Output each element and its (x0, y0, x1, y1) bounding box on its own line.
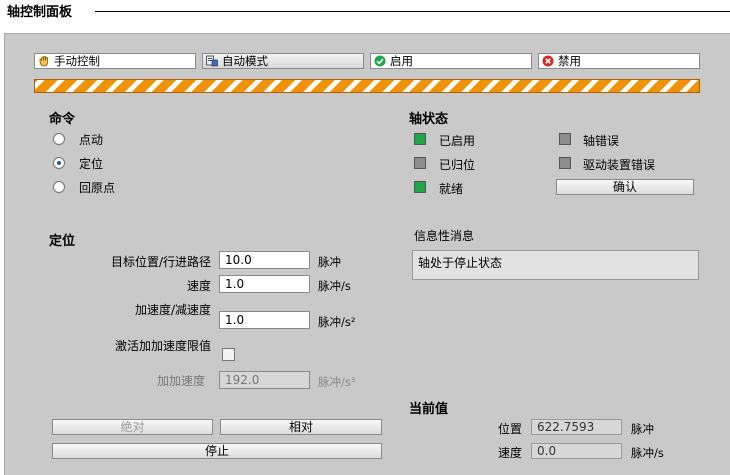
axis-error-led (559, 133, 571, 145)
radio-home-label: 回原点 (79, 181, 116, 195)
accel-label: 加速度/减速度 (134, 303, 211, 317)
current-position-value: 622.7593 (531, 419, 622, 435)
radio-jog[interactable] (53, 133, 65, 145)
status-stripe (34, 79, 700, 93)
axis-error-label: 轴错误 (583, 134, 620, 148)
acknowledge-button[interactable]: 确认 (556, 179, 694, 195)
check-circle-icon (374, 55, 386, 67)
hand-icon (38, 55, 50, 67)
current-position-label: 位置 (497, 422, 522, 436)
radio-home[interactable] (53, 181, 65, 193)
ready-label: 就绪 (439, 182, 464, 196)
info-message-text: 轴处于停止状态 (418, 256, 503, 270)
disable-button[interactable]: 禁用 (538, 53, 700, 69)
drive-error-label: 驱动装置错误 (583, 158, 656, 172)
target-input[interactable]: 10.0 (219, 251, 310, 269)
info-message-box: 轴处于停止状态 (412, 250, 699, 280)
absolute-button[interactable]: 绝对 (52, 419, 213, 435)
radio-position[interactable] (53, 157, 65, 169)
command-title: 命令 (49, 112, 76, 127)
axis-status-title: 轴状态 (409, 112, 449, 127)
current-position-unit: 脉冲 (631, 422, 654, 436)
header-divider (95, 11, 730, 12)
target-label: 目标位置/行进路径 (110, 255, 211, 269)
jerk-enable-checkbox[interactable] (222, 348, 235, 361)
homed-led (414, 157, 426, 169)
current-speed-label: 速度 (497, 446, 522, 460)
enabled-led (414, 133, 426, 145)
relative-button[interactable]: 相对 (220, 419, 382, 435)
current-speed-value: 0.0 (531, 443, 622, 459)
close-circle-icon (542, 55, 554, 67)
enabled-label: 已启用 (439, 134, 476, 148)
current-speed-unit: 脉冲/s (631, 446, 664, 460)
program-icon (206, 55, 218, 67)
jerk-input[interactable]: 192.0 (219, 371, 310, 389)
accel-unit: 脉冲/s² (318, 315, 356, 329)
speed-input[interactable]: 1.0 (219, 275, 310, 293)
auto-mode-button[interactable]: 自动模式 (202, 53, 364, 69)
jerk-enable-label: 激活加加速度限值 (114, 339, 211, 353)
accel-input[interactable]: 1.0 (219, 311, 310, 329)
disable-label: 禁用 (558, 54, 581, 68)
manual-control-button[interactable]: 手动控制 (34, 53, 196, 69)
current-values-title: 当前值 (409, 402, 449, 417)
info-title: 信息性消息 (414, 229, 475, 243)
positioning-title: 定位 (49, 234, 76, 249)
manual-control-label: 手动控制 (54, 54, 100, 68)
radio-position-label: 定位 (79, 157, 104, 171)
speed-label: 速度 (186, 279, 211, 293)
target-unit: 脉冲 (318, 255, 341, 269)
stop-button[interactable]: 停止 (52, 443, 382, 459)
speed-unit: 脉冲/s (318, 279, 351, 293)
auto-mode-label: 自动模式 (222, 54, 268, 68)
homed-label: 已归位 (439, 158, 476, 172)
ready-led (414, 181, 426, 193)
drive-error-led (559, 157, 571, 169)
jerk-unit: 脉冲/s³ (318, 375, 356, 389)
enable-label: 启用 (390, 54, 413, 68)
jerk-label: 加加速度 (156, 374, 205, 388)
enable-button[interactable]: 启用 (370, 53, 532, 69)
radio-jog-label: 点动 (79, 133, 104, 147)
page-title: 轴控制面板 (7, 5, 73, 20)
